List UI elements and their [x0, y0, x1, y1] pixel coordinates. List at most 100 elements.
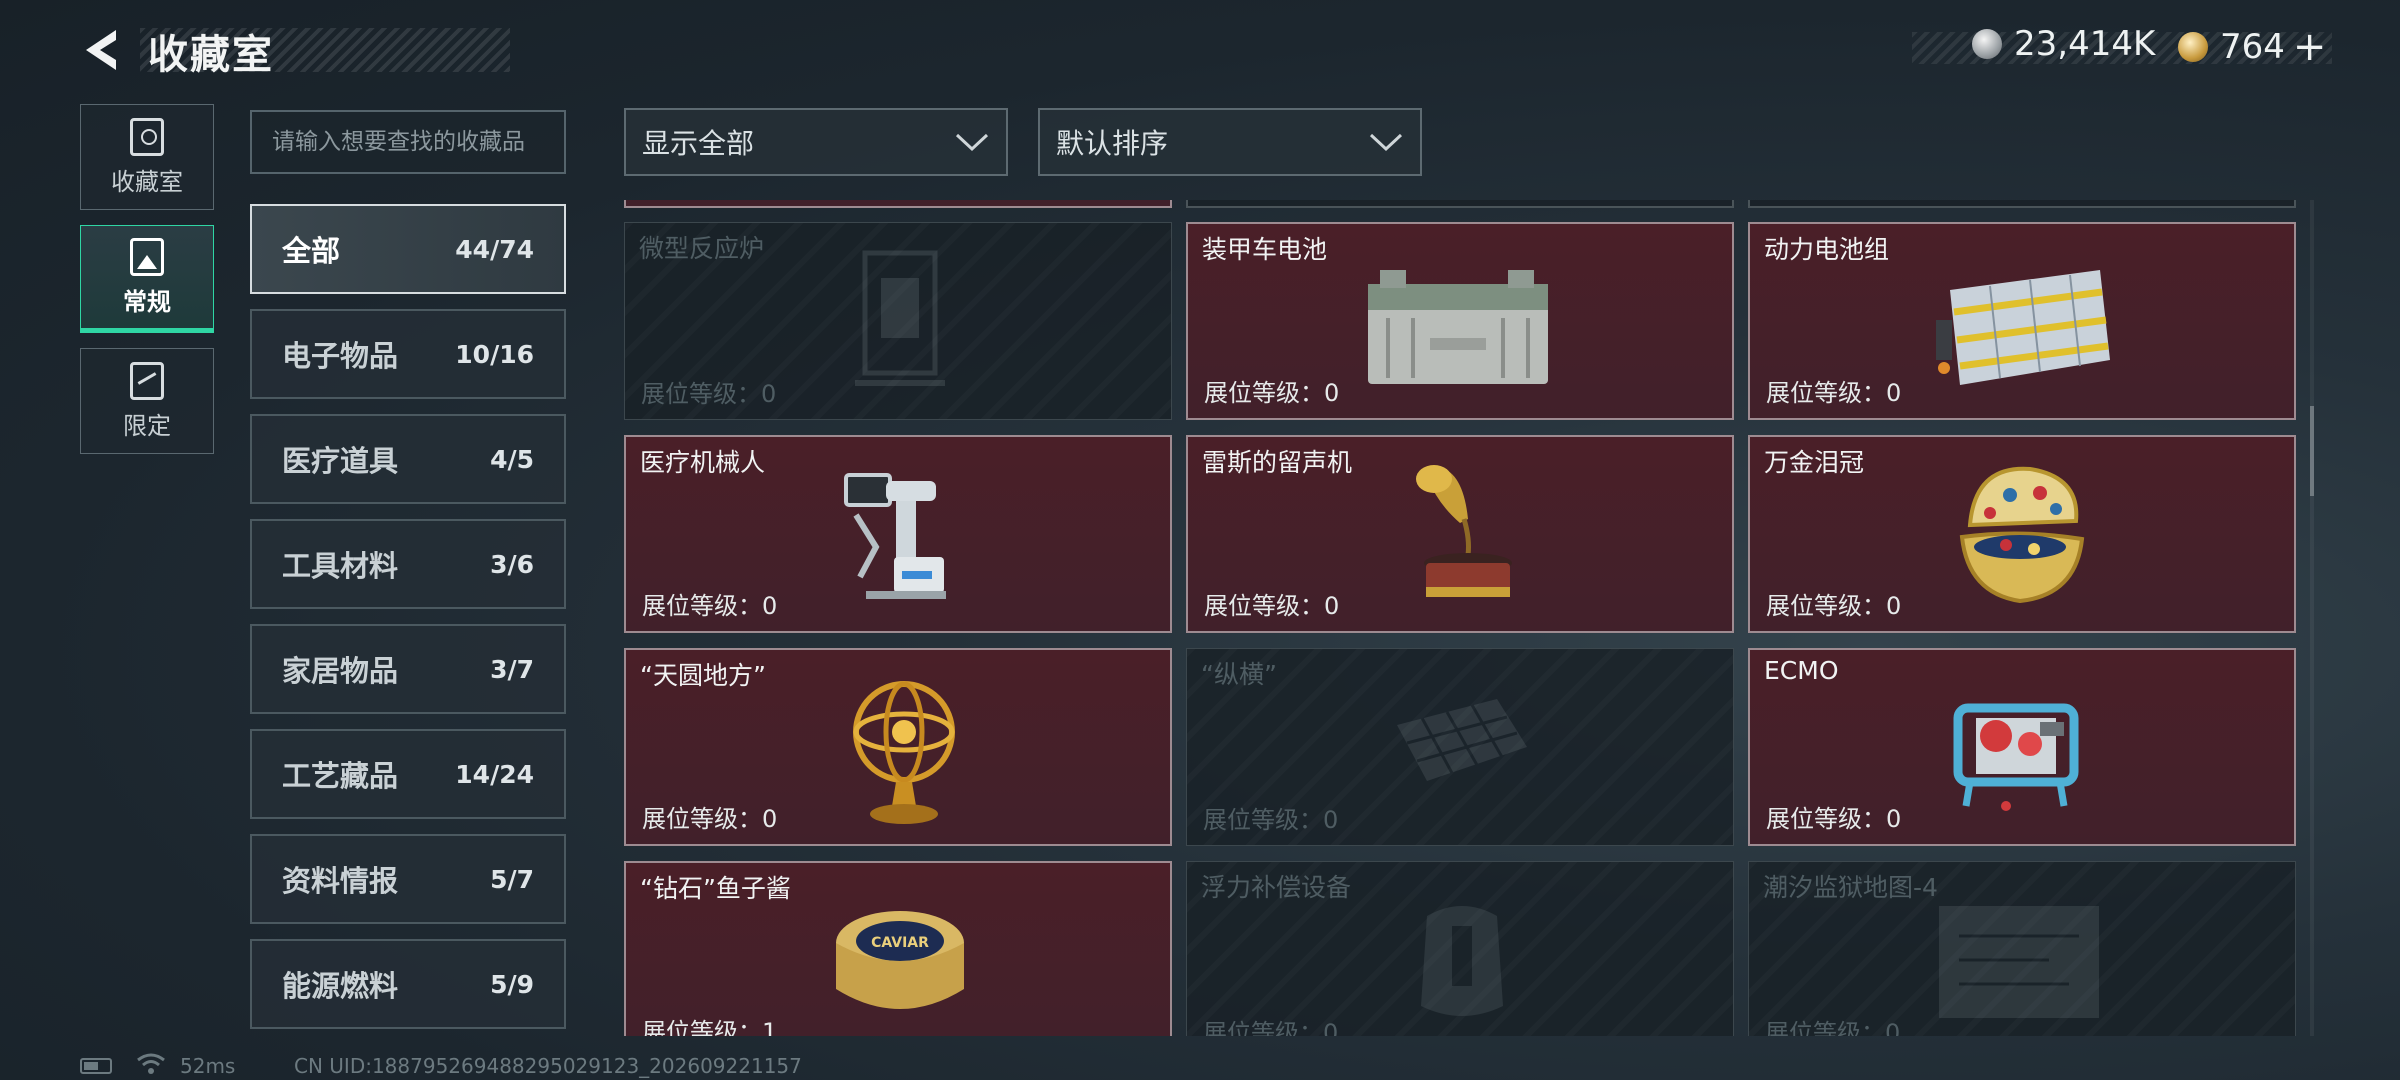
- uid-label: CN UID:1887952694882950291​23_2026092211…: [294, 1054, 802, 1078]
- category-name: 医疗道具: [282, 444, 399, 478]
- item-card-jeweled-egg[interactable]: 万金泪冠 展位等级：0: [1748, 435, 2296, 633]
- item-card-armored-battery[interactable]: 装甲车电池 展位等级：0: [1186, 222, 1734, 420]
- category-electronics[interactable]: 电子物品 10/16: [250, 309, 566, 399]
- category-all[interactable]: 全部 44/74: [250, 204, 566, 294]
- item-level: 展位等级：1: [642, 1018, 778, 1036]
- item-name: 医疗机械人: [640, 448, 766, 477]
- sort-dropdown[interactable]: 默认排序: [1038, 108, 1422, 176]
- item-name: 浮力补偿设备: [1201, 873, 1352, 902]
- category-count: 3/6: [490, 549, 534, 579]
- item-level: 展位等级：0: [641, 380, 777, 408]
- item-card-battery-pack[interactable]: 动力电池组 展位等级：0: [1748, 222, 2296, 420]
- category-energy[interactable]: 能源燃料 5/9: [250, 939, 566, 1029]
- category-intel[interactable]: 资料情报 5/7: [250, 834, 566, 924]
- category-tools[interactable]: 工具材料 3/6: [250, 519, 566, 609]
- silver-amount: 23,414K: [2014, 24, 2156, 64]
- category-medical[interactable]: 医疗道具 4/5: [250, 414, 566, 504]
- category-count: 5/7: [490, 864, 534, 894]
- category-name: 资料情报: [282, 864, 399, 898]
- buoyancy-device-icon: [1421, 906, 1503, 1016]
- category-count: 14/24: [455, 759, 534, 789]
- item-level: 展位等级：0: [1204, 379, 1340, 407]
- filter-dropdown-value: 显示全部: [642, 127, 755, 160]
- item-level: 展位等级：0: [642, 592, 778, 620]
- category-name: 工具材料: [282, 549, 399, 583]
- trophy-icon: [130, 117, 164, 156]
- ecmo-machine-icon: [1953, 703, 2079, 811]
- item-level: 展位等级：0: [1765, 1019, 1901, 1036]
- item-level: 展位等级：0: [1766, 379, 1902, 407]
- rail-tab-label: 常规: [123, 287, 171, 316]
- gold-coin-icon: [2178, 32, 2208, 62]
- item-card-prison-map[interactable]: 潮汐监狱地图-4 展位等级：0: [1748, 861, 2296, 1036]
- category-household[interactable]: 家居物品 3/7: [250, 624, 566, 714]
- grid-scrollbar-thumb[interactable]: [2310, 406, 2314, 496]
- armillary-sphere-icon: [853, 681, 955, 824]
- rail-tab-limited[interactable]: 限定: [80, 348, 214, 454]
- item-level: 展位等级：0: [642, 805, 778, 833]
- category-count: 44/74: [455, 234, 534, 264]
- gold-amount: 764: [2220, 27, 2285, 67]
- item-card-ecmo[interactable]: ECMO 展位等级：0: [1748, 648, 2296, 846]
- medical-robot-icon: [844, 473, 946, 599]
- category-name: 电子物品: [282, 339, 399, 373]
- item-name: 潮汐监狱地图-4: [1763, 873, 1938, 902]
- item-card-caviar[interactable]: CAVIAR “钻石”鱼子酱 展位等级：1: [624, 861, 1172, 1036]
- item-name: 动力电池组: [1764, 235, 1890, 264]
- back-arrow-icon: [86, 30, 116, 70]
- item-card-partial[interactable]: [1186, 200, 1734, 208]
- item-name: 微型反应炉: [639, 234, 765, 263]
- category-name: 工艺藏品: [282, 759, 399, 793]
- category-name: 家居物品: [282, 654, 399, 688]
- battery-icon: [1368, 270, 1548, 384]
- item-card-gramophone[interactable]: 雷斯的留声机 展位等级：0: [1186, 435, 1734, 633]
- chessboard-icon: [1397, 699, 1527, 781]
- sort-dropdown-value: 默认排序: [1056, 127, 1169, 160]
- item-name: 万金泪冠: [1764, 448, 1865, 477]
- item-card-micro-reactor[interactable]: 微型反应炉 展位等级：0: [624, 222, 1172, 420]
- category-count: 3/7: [490, 654, 534, 684]
- caviar-tin-icon: CAVIAR: [836, 911, 964, 1009]
- category-count: 4/5: [490, 444, 534, 474]
- item-card-armillary[interactable]: “天圆地方” 展位等级：0: [624, 648, 1172, 846]
- item-card-partial[interactable]: [624, 200, 1172, 208]
- item-name: 装甲车电池: [1202, 235, 1328, 264]
- category-count: 5/9: [490, 969, 534, 999]
- item-level: 展位等级：0: [1203, 806, 1339, 834]
- grid-scrollbar[interactable]: [2310, 200, 2314, 1036]
- item-level: 展位等级：0: [1766, 805, 1902, 833]
- rail-tab-regular[interactable]: 常规: [80, 225, 214, 333]
- item-card-partial[interactable]: [1748, 200, 2296, 208]
- gramophone-icon: [1416, 465, 1512, 597]
- chevron-down-icon: [1369, 133, 1403, 152]
- item-level: 展位等级：0: [1203, 1019, 1339, 1036]
- back-button[interactable]: [78, 24, 126, 76]
- item-name: “纵横”: [1201, 660, 1277, 689]
- battery-status-icon: [80, 1058, 112, 1074]
- battery-pack-icon: [1936, 270, 2110, 385]
- item-card-chessboard[interactable]: “纵横” 展位等级：0: [1186, 648, 1734, 846]
- item-card-buoyancy-device[interactable]: 浮力补偿设备 展位等级：0: [1186, 861, 1734, 1036]
- item-name: 雷斯的留声机: [1202, 448, 1353, 477]
- add-currency-button[interactable]: +: [2293, 24, 2327, 70]
- page-title: 收藏室: [148, 32, 274, 78]
- rail-tab-collection[interactable]: 收藏室: [80, 104, 214, 210]
- category-name: 能源燃料: [282, 969, 399, 1003]
- item-level: 展位等级：0: [1204, 592, 1340, 620]
- rail-tab-label: 收藏室: [111, 167, 183, 196]
- image-card-icon: [130, 237, 164, 276]
- reactor-icon: [855, 250, 945, 386]
- gold-currency: 764 +: [2178, 24, 2326, 70]
- item-name: “天圆地方”: [640, 661, 766, 690]
- item-name: ECMO: [1764, 656, 1839, 685]
- category-name: 全部: [282, 234, 341, 268]
- filter-dropdown[interactable]: 显示全部: [624, 108, 1008, 176]
- category-crafts[interactable]: 工艺藏品 14/24: [250, 729, 566, 819]
- map-document-icon: [1939, 906, 2099, 1018]
- map-card-icon: [130, 361, 164, 400]
- item-level: 展位等级：0: [1766, 592, 1902, 620]
- item-card-medical-robot[interactable]: 医疗机械人 展位等级：0: [624, 435, 1172, 633]
- item-name: “钻石”鱼子酱: [640, 874, 791, 903]
- search-input[interactable]: [250, 110, 566, 174]
- ping-label: 52ms: [180, 1054, 236, 1078]
